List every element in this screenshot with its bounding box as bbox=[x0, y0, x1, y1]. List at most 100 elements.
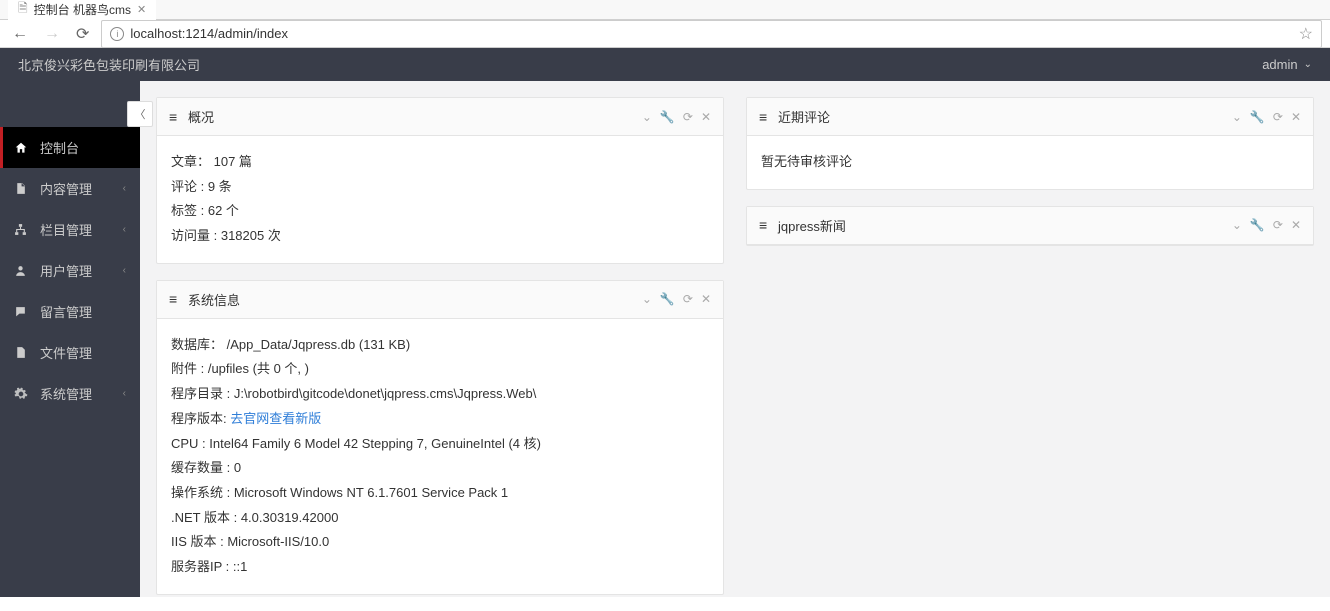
document-icon: 🗎 bbox=[18, 0, 28, 20]
collapse-icon[interactable]: ⌄ bbox=[642, 292, 652, 306]
sys-version: 程序版本: 去官网查看新版 bbox=[171, 407, 709, 432]
refresh-icon[interactable]: ⟳ bbox=[683, 292, 693, 306]
stat-visits: 访问量 : 318205 次 bbox=[171, 224, 709, 249]
browser-tab-strip: 🗎 控制台 机器鸟cms ✕ bbox=[0, 0, 1330, 20]
app-header: 北京俊兴彩色包装印刷有限公司 admin ⌄ bbox=[0, 48, 1330, 81]
sys-version-prefix: 程序版本: bbox=[171, 411, 230, 426]
back-button[interactable]: ← bbox=[8, 25, 32, 43]
refresh-icon[interactable]: ⟳ bbox=[1273, 110, 1283, 124]
close-icon[interactable]: ✕ bbox=[1291, 218, 1301, 232]
user-label: admin bbox=[1262, 57, 1297, 72]
collapse-icon[interactable]: ⌄ bbox=[642, 110, 652, 124]
stat-tags: 标签 : 62 个 bbox=[171, 199, 709, 224]
sys-dotnet: .NET 版本 : 4.0.30319.42000 bbox=[171, 506, 709, 531]
wrench-icon[interactable]: 🔧 bbox=[660, 292, 675, 306]
url-text: localhost:1214/admin/index bbox=[130, 26, 288, 41]
url-bar[interactable]: i localhost:1214/admin/index ☆ bbox=[101, 20, 1322, 48]
sidebar: 〈 控制台 内容管理 ‹ 栏目管理 ‹ bbox=[0, 81, 140, 597]
site-name: 北京俊兴彩色包装印刷有限公司 bbox=[18, 55, 200, 74]
wrench-icon[interactable]: 🔧 bbox=[660, 110, 675, 124]
nav-item-category[interactable]: 栏目管理 ‹ bbox=[0, 209, 140, 250]
sys-os: 操作系统 : Microsoft Windows NT 6.1.7601 Ser… bbox=[171, 481, 709, 506]
user-icon bbox=[14, 264, 30, 277]
close-icon[interactable]: ✕ bbox=[137, 3, 146, 16]
panel-overview: 概况 ⌄ 🔧 ⟳ ✕ 文章： 107 篇 评论 : 9 条 标签 : 62 个 … bbox=[156, 97, 724, 264]
gear-icon bbox=[14, 387, 30, 401]
sys-attachments: 附件 : /upfiles (共 0 个, ) bbox=[171, 357, 709, 382]
chevron-left-icon: ‹ bbox=[123, 183, 126, 194]
panel-news: jqpress新闻 ⌄ 🔧 ⟳ ✕ bbox=[746, 206, 1314, 246]
sys-iis: IIS 版本 : Microsoft-IIS/10.0 bbox=[171, 530, 709, 555]
reload-button[interactable]: ⟳ bbox=[72, 24, 93, 44]
sys-version-link[interactable]: 去官网查看新版 bbox=[230, 411, 321, 426]
panel-title-text: 近期评论 bbox=[778, 107, 830, 126]
sidebar-collapse-button[interactable]: 〈 bbox=[127, 101, 153, 127]
browser-tab[interactable]: 🗎 控制台 机器鸟cms ✕ bbox=[8, 0, 156, 22]
forward-button[interactable]: → bbox=[40, 25, 64, 43]
panel-tools: ⌄ 🔧 ⟳ ✕ bbox=[642, 110, 711, 124]
sys-app-dir: 程序目录 : J:\robotbird\gitcode\donet\jqpres… bbox=[171, 382, 709, 407]
nav-item-system[interactable]: 系统管理 ‹ bbox=[0, 373, 140, 414]
panel-header: 概况 ⌄ 🔧 ⟳ ✕ bbox=[157, 98, 723, 136]
close-icon[interactable]: ✕ bbox=[1291, 110, 1301, 124]
close-icon[interactable]: ✕ bbox=[701, 292, 711, 306]
browser-toolbar: ← → ⟳ i localhost:1214/admin/index ☆ bbox=[0, 20, 1330, 48]
chevron-left-icon: ‹ bbox=[123, 265, 126, 276]
nav-list: 控制台 内容管理 ‹ 栏目管理 ‹ 用户管理 bbox=[0, 81, 140, 414]
sys-server-ip: 服务器IP : ::1 bbox=[171, 555, 709, 580]
menu-icon bbox=[169, 109, 180, 125]
info-icon[interactable]: i bbox=[110, 27, 124, 41]
panel-body: 数据库： /App_Data/Jqpress.db (131 KB) 附件 : … bbox=[157, 319, 723, 594]
panel-header: 近期评论 ⌄ 🔧 ⟳ ✕ bbox=[747, 98, 1313, 136]
nav-item-content[interactable]: 内容管理 ‹ bbox=[0, 168, 140, 209]
collapse-icon[interactable]: ⌄ bbox=[1232, 218, 1242, 232]
menu-icon bbox=[759, 217, 770, 233]
panel-title-text: jqpress新闻 bbox=[778, 216, 846, 235]
nav-label: 控制台 bbox=[40, 138, 79, 157]
chevron-down-icon: ⌄ bbox=[1304, 59, 1312, 70]
nav-item-dashboard[interactable]: 控制台 bbox=[0, 127, 140, 168]
menu-icon bbox=[169, 291, 180, 307]
refresh-icon[interactable]: ⟳ bbox=[1273, 218, 1283, 232]
recent-comments-empty: 暂无待审核评论 bbox=[761, 150, 1299, 175]
panel-title-text: 概况 bbox=[188, 107, 214, 126]
stat-comments: 评论 : 9 条 bbox=[171, 175, 709, 200]
panel-tools: ⌄ 🔧 ⟳ ✕ bbox=[1232, 218, 1301, 232]
bookmark-star-icon[interactable]: ☆ bbox=[1299, 24, 1313, 44]
nav-item-files[interactable]: 文件管理 bbox=[0, 332, 140, 373]
user-menu[interactable]: admin ⌄ bbox=[1262, 57, 1312, 72]
refresh-icon[interactable]: ⟳ bbox=[683, 110, 693, 124]
nav-label: 栏目管理 bbox=[40, 220, 92, 239]
sys-cache: 缓存数量 : 0 bbox=[171, 456, 709, 481]
close-icon[interactable]: ✕ bbox=[701, 110, 711, 124]
panel-title-text: 系统信息 bbox=[188, 290, 240, 309]
panel-body: 暂无待审核评论 bbox=[747, 136, 1313, 189]
comment-icon bbox=[14, 305, 30, 318]
nav-label: 用户管理 bbox=[40, 261, 92, 280]
menu-icon bbox=[759, 109, 770, 125]
nav-label: 内容管理 bbox=[40, 179, 92, 198]
nav-item-messages[interactable]: 留言管理 bbox=[0, 291, 140, 332]
document-icon bbox=[14, 182, 30, 195]
chevron-left-icon: ‹ bbox=[123, 388, 126, 399]
wrench-icon[interactable]: 🔧 bbox=[1250, 218, 1265, 232]
panel-recent-comments: 近期评论 ⌄ 🔧 ⟳ ✕ 暂无待审核评论 bbox=[746, 97, 1314, 190]
tab-title: 控制台 机器鸟cms bbox=[34, 1, 131, 18]
nav-item-users[interactable]: 用户管理 ‹ bbox=[0, 250, 140, 291]
sys-database: 数据库： /App_Data/Jqpress.db (131 KB) bbox=[171, 333, 709, 358]
file-icon bbox=[14, 346, 30, 359]
panel-tools: ⌄ 🔧 ⟳ ✕ bbox=[642, 292, 711, 306]
nav-label: 文件管理 bbox=[40, 343, 92, 362]
collapse-icon[interactable]: ⌄ bbox=[1232, 110, 1242, 124]
sys-cpu: CPU : Intel64 Family 6 Model 42 Stepping… bbox=[171, 432, 709, 457]
home-icon bbox=[14, 141, 30, 155]
panel-body: 文章： 107 篇 评论 : 9 条 标签 : 62 个 访问量 : 31820… bbox=[157, 136, 723, 263]
sitemap-icon bbox=[14, 223, 30, 236]
wrench-icon[interactable]: 🔧 bbox=[1250, 110, 1265, 124]
panel-tools: ⌄ 🔧 ⟳ ✕ bbox=[1232, 110, 1301, 124]
panel-header: jqpress新闻 ⌄ 🔧 ⟳ ✕ bbox=[747, 207, 1313, 245]
nav-label: 留言管理 bbox=[40, 302, 92, 321]
panel-system-info: 系统信息 ⌄ 🔧 ⟳ ✕ 数据库： /App_Data/Jqpress.db (… bbox=[156, 280, 724, 595]
nav-label: 系统管理 bbox=[40, 384, 92, 403]
chevron-left-icon: ‹ bbox=[123, 224, 126, 235]
